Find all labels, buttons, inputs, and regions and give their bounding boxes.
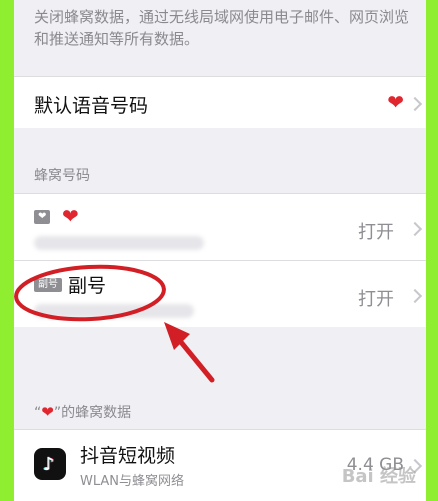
annotation-overlay [14, 264, 215, 383]
highlight-ellipse [14, 264, 166, 322]
